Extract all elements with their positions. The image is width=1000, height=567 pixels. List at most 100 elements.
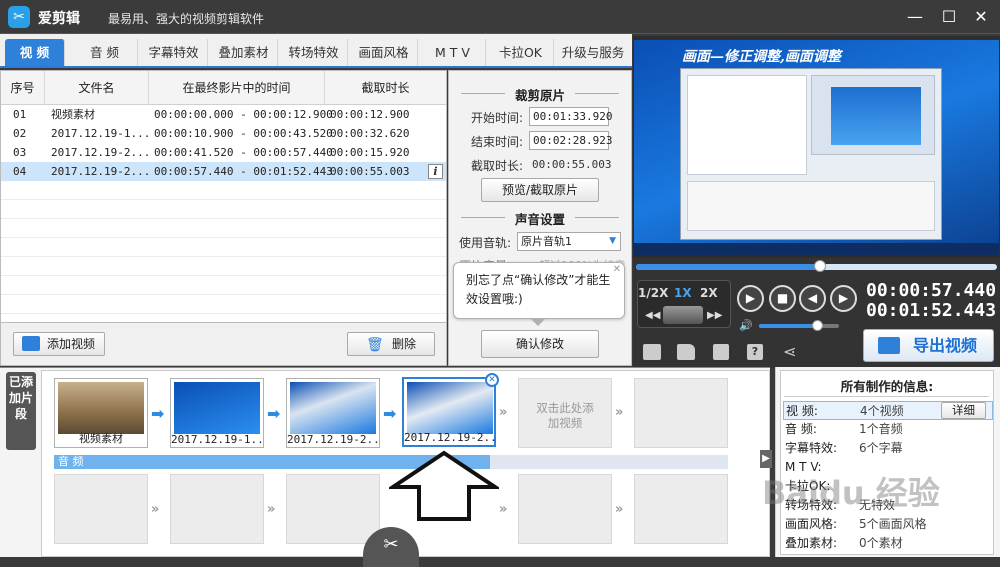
trash-icon: 🗑	[366, 337, 384, 353]
duration-label: 截取时长:	[471, 159, 524, 173]
cell-no: 01	[13, 108, 27, 121]
info-key: 视 频:	[786, 404, 818, 418]
empty-row	[1, 276, 446, 295]
prev-frame-button[interactable]: ◀	[799, 285, 826, 312]
tab-audio[interactable]: 音 频	[72, 39, 138, 66]
track-select[interactable]: 原片音轨1 ▼	[517, 232, 621, 251]
volume-handle[interactable]	[811, 320, 823, 331]
export-icon	[878, 337, 900, 354]
video-preview[interactable]: 画面—修正调整,画面调整	[634, 40, 999, 255]
fast-forward-icon[interactable]: ▶▶	[707, 310, 722, 321]
add-video-slot[interactable]: 双击此处添加视频	[518, 378, 612, 448]
timeline-clip-selected[interactable]: 2017.12.19-2... ✕	[402, 373, 499, 447]
chevron-right-icon: »	[615, 502, 624, 517]
open-folder-icon[interactable]	[677, 344, 695, 360]
table-row[interactable]: 03 2017.12.19-2... 00:00:41.520 - 00:00:…	[1, 143, 446, 162]
empty-slot	[634, 378, 728, 448]
clip-thumbnail	[407, 382, 493, 434]
cell-file: 2017.12.19-2...	[51, 146, 151, 159]
add-video-button[interactable]: 添加视频	[13, 332, 105, 356]
share-icon[interactable]: ⋖	[783, 342, 796, 361]
tab-transition[interactable]: 转场特效	[280, 39, 348, 66]
tab-subtitle-effects[interactable]: 字幕特效	[140, 39, 208, 66]
clip-caption: 2017.12.19-1...	[171, 433, 263, 446]
delete-label: 删除	[391, 337, 416, 351]
preview-taskbar	[634, 243, 999, 255]
tooltip-close-icon[interactable]: ✕	[613, 264, 621, 275]
collapse-arrow-icon[interactable]: ▶	[760, 450, 772, 468]
divider	[575, 217, 619, 218]
arrow-right-icon: ➡	[383, 404, 397, 423]
table-row[interactable]: 01 视频素材 00:00:00.000 - 00:00:12.900 00:0…	[1, 105, 446, 124]
jog-wheel[interactable]	[663, 306, 703, 324]
detail-button[interactable]: 详细	[941, 402, 986, 419]
timeline-clip[interactable]: 2017.12.19-2...	[286, 378, 380, 448]
cell-dur: 00:00:12.900	[330, 108, 410, 121]
clip-caption: 2017.12.19-2...	[287, 433, 379, 446]
export-video-button[interactable]: 导出视频	[863, 329, 994, 362]
save-icon[interactable]	[713, 344, 729, 360]
remove-clip-icon[interactable]: ✕	[485, 373, 499, 387]
start-time-field[interactable]: 00:01:33.920	[529, 107, 612, 126]
clip-info-icon[interactable]: i	[428, 164, 443, 179]
track-value: 原片音轨1	[521, 235, 572, 248]
info-value: 1个音频	[859, 422, 903, 436]
tooltip-pointer	[530, 318, 546, 326]
tab-karaoke[interactable]: 卡拉OK	[488, 39, 554, 66]
tab-picture-style[interactable]: 画面风格	[350, 39, 418, 66]
help-icon[interactable]: ?	[747, 344, 763, 360]
speed-2x[interactable]: 2X	[700, 286, 718, 300]
track-label: 使用音轨:	[459, 236, 512, 250]
minimize-button[interactable]: —	[904, 6, 926, 28]
new-project-icon[interactable]	[643, 344, 661, 360]
close-button[interactable]: ✕	[970, 6, 992, 28]
divider	[575, 93, 619, 94]
tab-video[interactable]: 视 频	[5, 39, 65, 66]
preview-trim-button[interactable]: 预览/截取原片	[481, 178, 599, 202]
empty-row	[1, 200, 446, 219]
tooltip-text: 别忘了点“确认修改”才能生效设置哦:)	[466, 273, 611, 306]
empty-slot	[286, 474, 380, 544]
cell-file: 2017.12.19-1...	[51, 127, 151, 140]
info-value: 4个视频	[860, 404, 904, 418]
info-key: 字幕特效:	[785, 441, 838, 455]
clip-table-header: 序号 文件名 在最终影片中的时间 截取时长	[1, 71, 446, 105]
sound-title: 声音设置	[514, 212, 565, 227]
timeline-clip[interactable]: 视频素材	[54, 378, 148, 448]
app-slogan: 最易用、强大的视频剪辑软件	[108, 12, 265, 26]
clip-actions-bar: 添加视频 🗑 删除	[0, 322, 447, 366]
maximize-button[interactable]: ☐	[938, 6, 960, 28]
volume-icon[interactable]: 🔊	[739, 319, 753, 332]
cell-dur: 00:00:55.003	[330, 165, 410, 178]
speed-half[interactable]: 1/2X	[638, 286, 668, 300]
confirm-button[interactable]: 确认修改	[481, 330, 599, 358]
rewind-icon[interactable]: ◀◀	[645, 310, 660, 321]
clip-thumbnail	[174, 382, 260, 434]
tab-upgrade[interactable]: 升级与服务	[556, 39, 630, 66]
timeline-clip[interactable]: 2017.12.19-1...	[170, 378, 264, 448]
stop-button[interactable]: ■	[769, 285, 796, 312]
table-row-selected[interactable]: 04 2017.12.19-2... 00:00:57.440 - 00:01:…	[1, 162, 446, 181]
table-row[interactable]: 02 2017.12.19-1... 00:00:10.900 - 00:00:…	[1, 124, 446, 143]
trim-title: 裁剪原片	[514, 88, 565, 103]
next-frame-button[interactable]: ▶	[830, 285, 857, 312]
divider	[784, 396, 989, 397]
clip-caption: 2017.12.19-2...	[404, 431, 496, 444]
col-duration: 截取时长	[361, 81, 410, 95]
info-row-style: 画面风格: 5个画面风格	[783, 515, 993, 534]
cell-time: 00:00:00.000 - 00:00:12.900	[154, 108, 333, 121]
app-logo-icon: ✂	[8, 6, 30, 28]
play-button[interactable]: ▶	[737, 285, 764, 312]
info-value: 5个画面风格	[859, 517, 927, 531]
delete-button[interactable]: 🗑 删除	[347, 332, 435, 356]
duration-value: 00:00:55.003	[532, 158, 612, 171]
clip-thumbnail	[58, 382, 144, 434]
end-time-field[interactable]: 00:02:28.923	[529, 131, 612, 150]
volume-fill	[759, 324, 817, 328]
info-row-audio: 音 频: 1个音频	[783, 420, 993, 439]
progress-handle[interactable]	[814, 260, 827, 272]
empty-row	[1, 238, 446, 257]
tab-overlay[interactable]: 叠加素材	[210, 39, 278, 66]
tab-mtv[interactable]: M T V	[420, 39, 486, 66]
speed-1x[interactable]: 1X	[674, 286, 692, 300]
